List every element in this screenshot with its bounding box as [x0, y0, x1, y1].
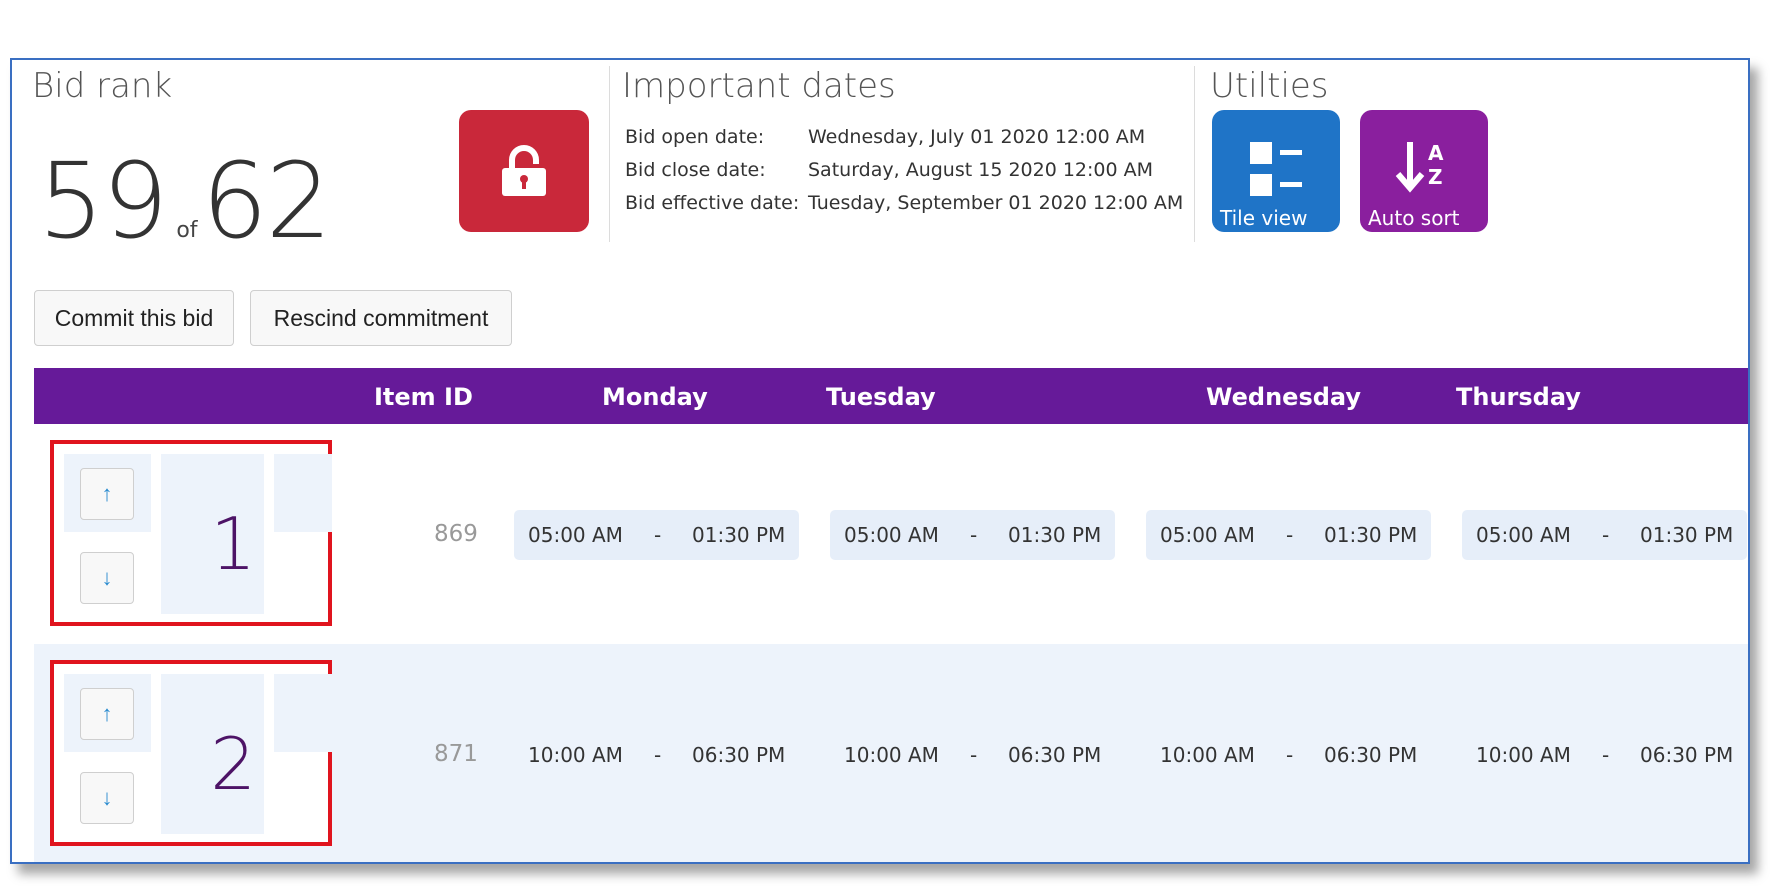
utilities-title: Utilties — [1210, 66, 1329, 106]
shift-monday: 10:00 AM - 06:30 PM — [514, 730, 799, 780]
date-value: Tuesday, September 01 2020 12:00 AM — [808, 192, 1184, 214]
shift-end: 01:30 PM — [1324, 523, 1418, 547]
shift-end: 01:30 PM — [692, 523, 786, 547]
arrow-down-icon: ↓ — [101, 785, 113, 810]
shift-separator: - — [1286, 523, 1294, 547]
column-header-thursday: Thursday — [1456, 383, 1581, 411]
column-header-monday: Monday — [602, 383, 708, 411]
rank-control-inner: 2 ↑ ↓ — [64, 674, 332, 834]
rank-cell — [274, 454, 332, 532]
shift-start: 05:00 AM — [844, 523, 939, 547]
bid-rank-value: 59 — [38, 140, 168, 262]
table-header: Item ID Monday Tuesday Wednesday Thursda… — [34, 368, 1748, 424]
shift-separator: - — [654, 523, 662, 547]
bid-close-date: Bid close date: Saturday, August 15 2020… — [625, 159, 1183, 192]
tile-view-label: Tile view — [1220, 206, 1308, 230]
lock-icon — [502, 145, 546, 196]
date-label: Bid open date: — [625, 126, 765, 148]
tile-view-icon — [1250, 142, 1302, 196]
section-divider — [1194, 66, 1195, 242]
move-up-button[interactable]: ↑ — [80, 468, 134, 520]
rank-control-inner: 1 ↑ ↓ — [64, 454, 332, 614]
important-dates-title: Important dates — [622, 66, 896, 106]
shift-start: 05:00 AM — [1476, 523, 1571, 547]
move-down-button[interactable]: ↓ — [80, 552, 134, 604]
important-dates-list: Bid open date: Wednesday, July 01 2020 1… — [625, 126, 1183, 225]
shift-separator: - — [1286, 743, 1294, 767]
shift-thursday: 05:00 AM - 01:30 PM — [1462, 510, 1747, 560]
shift-start: 10:00 AM — [528, 743, 623, 767]
rank-cell: 1 — [161, 454, 264, 614]
bid-effective-date: Bid effective date: Tuesday, September 0… — [625, 192, 1183, 225]
shift-separator: - — [970, 523, 978, 547]
shift-start: 10:00 AM — [1160, 743, 1255, 767]
shift-start: 05:00 AM — [1160, 523, 1255, 547]
shift-wednesday: 10:00 AM - 06:30 PM — [1146, 730, 1431, 780]
shift-separator: - — [654, 743, 662, 767]
arrow-up-icon: ↑ — [101, 481, 113, 506]
shift-start: 10:00 AM — [844, 743, 939, 767]
shift-end: 06:30 PM — [1008, 743, 1102, 767]
shift-end: 01:30 PM — [1640, 523, 1734, 547]
shift-wednesday: 05:00 AM - 01:30 PM — [1146, 510, 1431, 560]
sort-letter-a: A — [1428, 141, 1444, 165]
item-id: 871 — [434, 741, 478, 767]
column-header-item-id: Item ID — [374, 383, 473, 411]
shift-end: 06:30 PM — [692, 743, 786, 767]
arrow-up-icon: ↑ — [101, 701, 113, 726]
shift-end: 06:30 PM — [1324, 743, 1418, 767]
rank-number: 1 — [210, 502, 256, 586]
table-row[interactable]: 1 ↑ ↓ 869 05:00 AM - 01:30 PM 05:00 AM -… — [34, 424, 1748, 644]
bid-rank-of: of — [176, 218, 198, 243]
date-label: Bid effective date: — [625, 192, 800, 214]
table-row[interactable]: 2 ↑ ↓ 871 10:00 AM - 06:30 PM 10:00 AM -… — [34, 644, 1748, 862]
rank-number: 2 — [210, 722, 256, 806]
shift-tuesday: 05:00 AM - 01:30 PM — [830, 510, 1115, 560]
bid-panel: Bid rank 59 of62 Important dates Bid open… — [10, 58, 1750, 864]
bid-rank-total: 62 — [201, 140, 332, 262]
shift-monday: 05:00 AM - 01:30 PM — [514, 510, 799, 560]
shift-separator: - — [1602, 523, 1610, 547]
tile-view-button[interactable]: Tile view — [1212, 110, 1340, 232]
item-id: 869 — [434, 521, 478, 547]
sort-letter-z: Z — [1428, 165, 1443, 189]
shift-thursday: 10:00 AM - 06:30 PM — [1462, 730, 1747, 780]
shift-tuesday: 10:00 AM - 06:30 PM — [830, 730, 1115, 780]
sort-az-icon: A Z — [1395, 141, 1444, 193]
lock-bid-button[interactable] — [459, 110, 589, 232]
rank-cell — [274, 674, 332, 752]
shift-separator: - — [1602, 743, 1610, 767]
rescind-commitment-button[interactable]: Rescind commitment — [250, 290, 512, 346]
column-header-wednesday: Wednesday — [1206, 383, 1362, 411]
commit-bid-button[interactable]: Commit this bid — [34, 290, 234, 346]
arrow-down-icon: ↓ — [101, 565, 113, 590]
shift-start: 05:00 AM — [528, 523, 623, 547]
bid-rank-display: 59 of62 — [38, 140, 332, 262]
shift-end: 01:30 PM — [1008, 523, 1102, 547]
section-divider — [609, 66, 610, 242]
auto-sort-label: Auto sort — [1368, 206, 1460, 230]
bid-open-date: Bid open date: Wednesday, July 01 2020 1… — [625, 126, 1183, 159]
bid-rank-title: Bid rank — [32, 66, 173, 106]
rank-control: 2 ↑ ↓ — [50, 660, 332, 846]
shift-start: 10:00 AM — [1476, 743, 1571, 767]
shift-separator: - — [970, 743, 978, 767]
auto-sort-button[interactable]: A Z Auto sort — [1360, 110, 1488, 232]
move-up-button[interactable]: ↑ — [80, 688, 134, 740]
rank-cell: 2 — [161, 674, 264, 834]
date-value: Saturday, August 15 2020 12:00 AM — [808, 159, 1154, 181]
date-value: Wednesday, July 01 2020 12:00 AM — [808, 126, 1146, 148]
column-header-tuesday: Tuesday — [826, 383, 936, 411]
date-label: Bid close date: — [625, 159, 766, 181]
rank-control: 1 ↑ ↓ — [50, 440, 332, 626]
shift-end: 06:30 PM — [1640, 743, 1734, 767]
move-down-button[interactable]: ↓ — [80, 772, 134, 824]
